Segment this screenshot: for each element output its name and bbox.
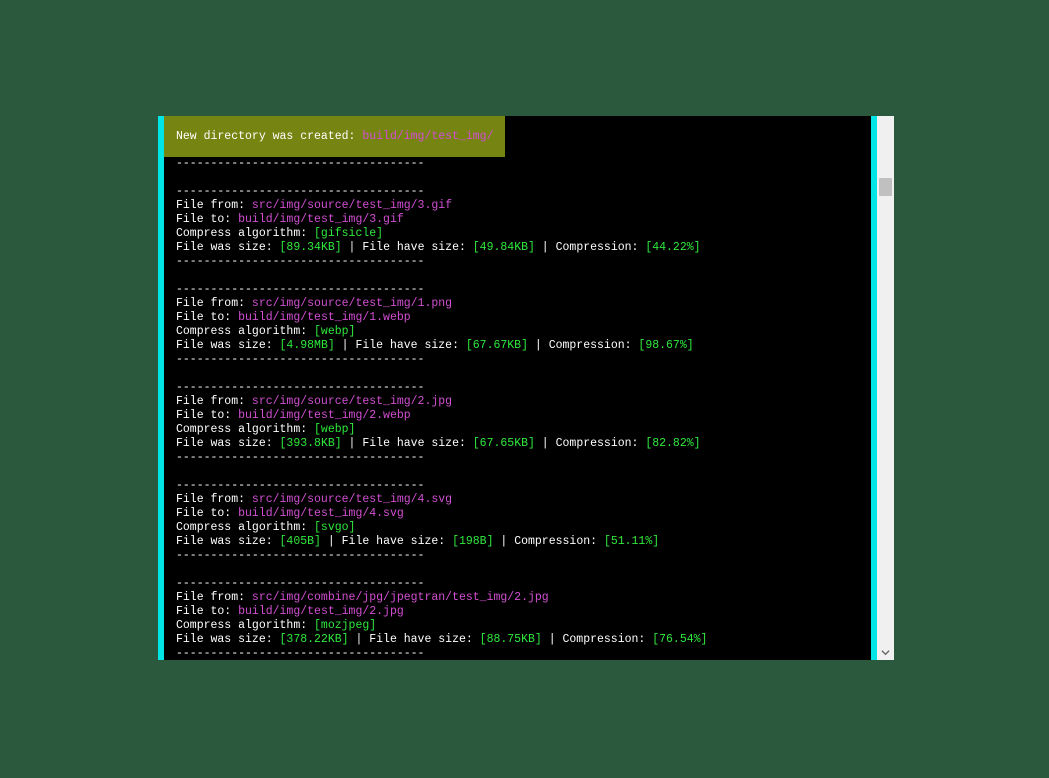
file-was-size-value: [4.98MB] xyxy=(280,339,335,352)
file-was-size-label: File was size: xyxy=(176,437,280,450)
terminal-output: New directory was created: build/img/tes… xyxy=(164,116,871,660)
file-have-size-label: | File have size: xyxy=(321,535,452,548)
file-was-size-label: File was size: xyxy=(176,633,280,646)
file-have-size-value: [67.67KB] xyxy=(466,339,528,352)
file-have-size-value: [88.75KB] xyxy=(480,633,542,646)
file-to-label: File to: xyxy=(176,213,238,226)
file-was-size-label: File was size: xyxy=(176,535,280,548)
file-was-size-value: [405B] xyxy=(280,535,321,548)
file-was-size-label: File was size: xyxy=(176,241,280,254)
compression-label: | Compression: xyxy=(535,437,645,450)
file-have-size-label: | File have size: xyxy=(349,633,480,646)
file-have-size-label: | File have size: xyxy=(342,241,473,254)
separator: ------------------------------------ xyxy=(176,283,424,296)
separator: ------------------------------------ xyxy=(176,381,424,394)
banner: New directory was created: build/img/tes… xyxy=(164,116,505,157)
file-from-label: File from: xyxy=(176,297,252,310)
file-to-path: build/img/test_img/2.jpg xyxy=(238,605,404,618)
compression-label: | Compression: xyxy=(535,241,645,254)
scrollbar-thumb[interactable] xyxy=(879,178,892,196)
file-from-path: src/img/combine/jpg/jpegtran/test_img/2.… xyxy=(252,591,549,604)
file-to-path: build/img/test_img/3.gif xyxy=(238,213,404,226)
scrollbar[interactable] xyxy=(877,116,894,660)
file-from-label: File from: xyxy=(176,395,252,408)
separator: ------------------------------------ xyxy=(176,451,424,464)
file-to-path: build/img/test_img/4.svg xyxy=(238,507,404,520)
file-have-size-label: | File have size: xyxy=(335,339,466,352)
compress-algo-label: Compress algorithm: xyxy=(176,619,314,632)
compress-algo-value: [gifsicle] xyxy=(314,227,383,240)
separator: ------------------------------------ xyxy=(176,157,424,170)
file-have-size-label: | File have size: xyxy=(342,437,473,450)
compression-value: [82.82%] xyxy=(645,437,700,450)
compression-value: [44.22%] xyxy=(645,241,700,254)
file-from-path: src/img/source/test_img/4.svg xyxy=(252,493,452,506)
file-to-path: build/img/test_img/2.webp xyxy=(238,409,411,422)
compress-algo-value: [svgo] xyxy=(314,521,355,534)
file-was-size-value: [378.22KB] xyxy=(280,633,349,646)
scroll-down-button[interactable] xyxy=(880,647,891,658)
separator: ------------------------------------ xyxy=(176,353,424,366)
compress-algo-value: [webp] xyxy=(314,325,355,338)
separator: ------------------------------------ xyxy=(176,549,424,562)
file-to-label: File to: xyxy=(176,409,238,422)
compress-algo-label: Compress algorithm: xyxy=(176,227,314,240)
compression-value: [51.11%] xyxy=(604,535,659,548)
terminal-lines: ------------------------------------ ---… xyxy=(164,157,871,660)
compress-algo-label: Compress algorithm: xyxy=(176,325,314,338)
file-to-path: build/img/test_img/1.webp xyxy=(238,311,411,324)
compression-label: | Compression: xyxy=(494,535,604,548)
separator: ------------------------------------ xyxy=(176,647,424,660)
file-was-size-value: [89.34KB] xyxy=(280,241,342,254)
file-from-label: File from: xyxy=(176,591,252,604)
compress-algo-label: Compress algorithm: xyxy=(176,423,314,436)
file-have-size-value: [67.65KB] xyxy=(473,437,535,450)
file-was-size-label: File was size: xyxy=(176,339,280,352)
compression-label: | Compression: xyxy=(528,339,638,352)
separator: ------------------------------------ xyxy=(176,255,424,268)
file-have-size-value: [49.84KB] xyxy=(473,241,535,254)
terminal-window: New directory was created: build/img/tes… xyxy=(158,116,894,660)
separator: ------------------------------------ xyxy=(176,479,424,492)
banner-label: New directory was created: xyxy=(176,130,355,143)
compression-value: [76.54%] xyxy=(652,633,707,646)
compress-algo-value: [webp] xyxy=(314,423,355,436)
separator: ------------------------------------ xyxy=(176,577,424,590)
compression-value: [98.67%] xyxy=(638,339,693,352)
compress-algo-label: Compress algorithm: xyxy=(176,521,314,534)
file-was-size-value: [393.8KB] xyxy=(280,437,342,450)
file-from-label: File from: xyxy=(176,493,252,506)
file-from-path: src/img/source/test_img/1.png xyxy=(252,297,452,310)
file-have-size-value: [198B] xyxy=(452,535,493,548)
file-from-path: src/img/source/test_img/3.gif xyxy=(252,199,452,212)
file-from-path: src/img/source/test_img/2.jpg xyxy=(252,395,452,408)
file-to-label: File to: xyxy=(176,311,238,324)
separator: ------------------------------------ xyxy=(176,185,424,198)
file-from-label: File from: xyxy=(176,199,252,212)
compress-algo-value: [mozjpeg] xyxy=(314,619,376,632)
compression-label: | Compression: xyxy=(542,633,652,646)
file-to-label: File to: xyxy=(176,605,238,618)
file-to-label: File to: xyxy=(176,507,238,520)
banner-path: build/img/test_img/ xyxy=(362,130,493,143)
